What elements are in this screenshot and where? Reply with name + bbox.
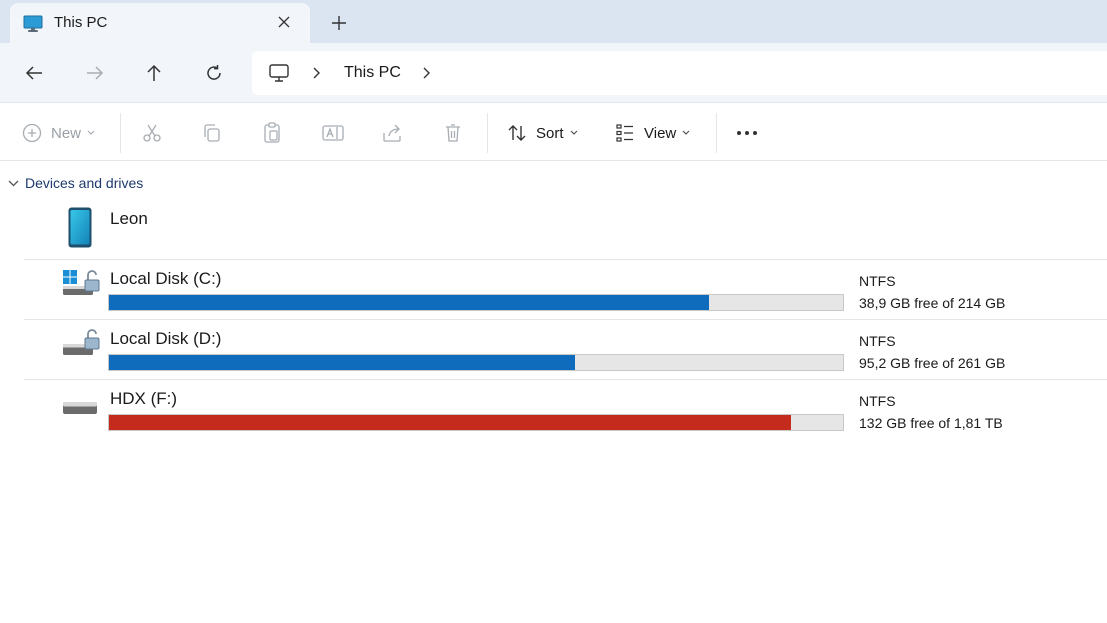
new-label: New <box>51 124 82 142</box>
more-options-button[interactable] <box>736 121 758 145</box>
phone-icon[interactable] <box>68 207 92 249</box>
drive-name: Local Disk (D:) <box>110 329 222 348</box>
computer-icon[interactable] <box>268 62 290 84</box>
chevron-down-icon <box>682 130 690 135</box>
chevron-right-icon[interactable] <box>420 65 434 81</box>
divider <box>24 379 1107 380</box>
breadcrumb-item-this-pc[interactable]: This PC <box>344 64 401 82</box>
up-button[interactable] <box>140 59 168 87</box>
clipboard-icon <box>264 122 280 143</box>
chevron-down-icon <box>87 130 95 135</box>
group-label: Devices and drives <box>25 175 144 191</box>
sort-button[interactable]: Sort <box>507 121 578 145</box>
cut-button[interactable] <box>142 121 162 145</box>
divider <box>24 259 1107 260</box>
sort-icon <box>508 125 526 141</box>
windows-drive-icon <box>63 270 100 295</box>
breadcrumb[interactable]: This PC <box>252 51 1107 95</box>
free-space-label: 132 GB free of 1,81 TB <box>859 415 1003 431</box>
filesystem-label: NTFS <box>859 333 896 349</box>
forward-button[interactable] <box>81 59 109 87</box>
rename-icon <box>322 125 344 141</box>
locked-drive-icon <box>63 329 100 355</box>
usage-bar <box>108 354 844 371</box>
address-bar: This PC <box>0 43 1107 102</box>
arrow-right-icon <box>87 66 104 80</box>
monitor-icon <box>23 15 43 32</box>
new-tab-button[interactable] <box>328 12 350 34</box>
rename-button[interactable] <box>322 121 344 145</box>
copy-button[interactable] <box>202 121 222 145</box>
drive-name: Local Disk (C:) <box>110 269 222 288</box>
scissors-icon <box>143 124 161 142</box>
tab-strip: This PC <box>0 0 1107 43</box>
hard-drive-icon <box>63 402 97 414</box>
tab-this-pc[interactable]: This PC <box>10 3 310 43</box>
arrow-left-icon <box>25 66 42 80</box>
filesystem-label: NTFS <box>859 273 896 289</box>
sort-label: Sort <box>536 124 564 142</box>
chevron-down-icon <box>570 130 577 135</box>
device-name[interactable]: Leon <box>110 209 148 229</box>
filesystem-label: NTFS <box>859 393 896 409</box>
free-space-label: 38,9 GB free of 214 GB <box>859 295 1006 311</box>
divider <box>487 113 488 153</box>
command-bar: New Sort View <box>0 102 1107 161</box>
usage-bar <box>108 414 844 431</box>
usage-bar <box>108 294 844 311</box>
usage-bar-fill <box>109 295 710 310</box>
trash-icon <box>446 124 460 142</box>
refresh-icon <box>207 65 221 80</box>
free-space-label: 95,2 GB free of 261 GB <box>859 355 1006 371</box>
view-button[interactable]: View <box>615 121 690 145</box>
plus-circle-icon <box>22 123 42 143</box>
delete-button[interactable] <box>443 121 463 145</box>
chevron-down-icon <box>8 180 19 186</box>
divider <box>120 113 121 153</box>
usage-bar-fill <box>109 355 576 370</box>
divider <box>24 319 1107 320</box>
back-button[interactable] <box>20 59 48 87</box>
copy-icon <box>204 124 220 142</box>
close-icon[interactable] <box>274 12 294 32</box>
paste-button[interactable] <box>262 121 282 145</box>
view-list-icon <box>616 124 633 142</box>
more-icon <box>737 131 757 135</box>
drive-name: HDX (F:) <box>110 389 178 408</box>
new-button[interactable]: New <box>22 121 95 145</box>
chevron-right-icon[interactable] <box>310 65 324 81</box>
share-button[interactable] <box>382 121 404 145</box>
usage-bar-fill <box>109 415 791 430</box>
group-header-devices[interactable]: Devices and drives <box>8 173 143 193</box>
share-icon <box>383 124 401 142</box>
tab-title: This PC <box>54 14 108 31</box>
divider <box>716 113 717 153</box>
view-label: View <box>644 124 677 142</box>
refresh-button[interactable] <box>200 59 228 87</box>
arrow-up-icon <box>147 64 161 81</box>
